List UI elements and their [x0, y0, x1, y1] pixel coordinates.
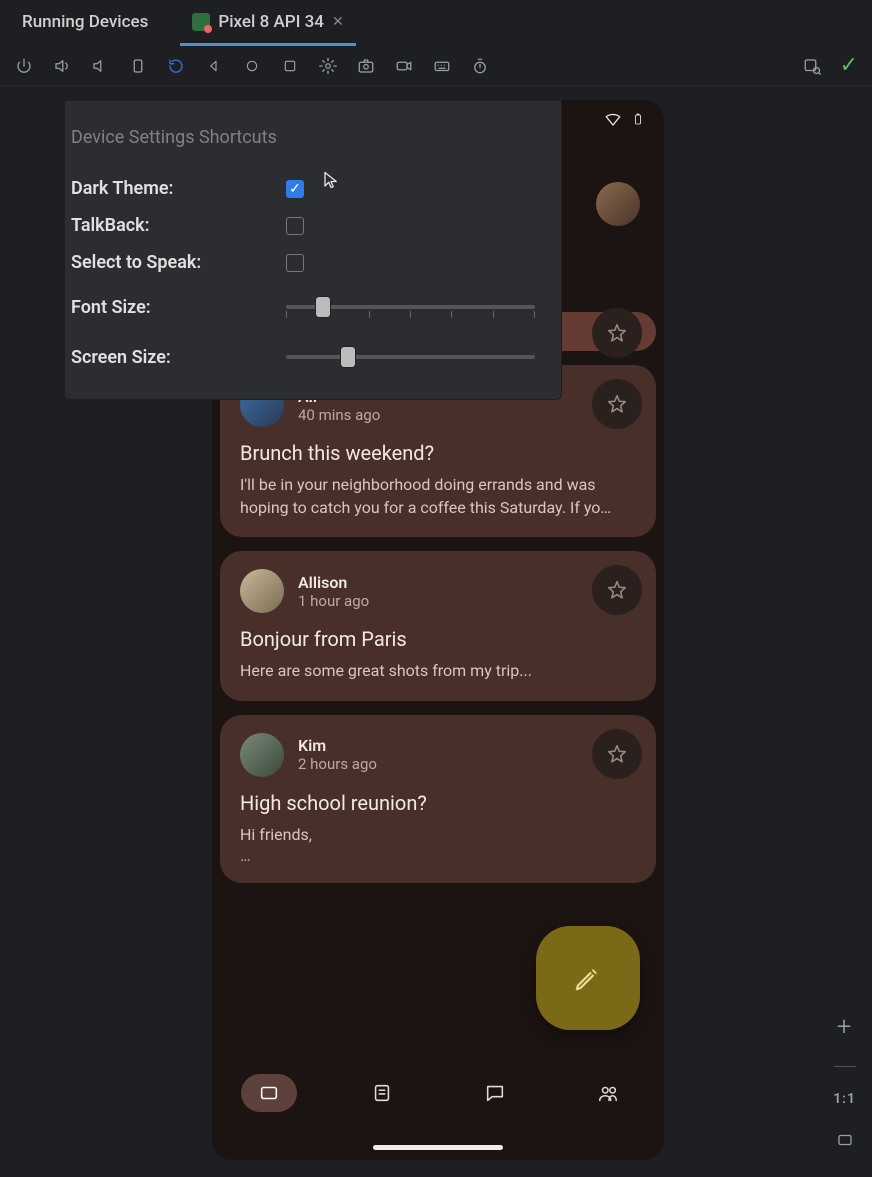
select-to-speak-checkbox[interactable] — [286, 254, 304, 272]
font-size-slider[interactable] — [286, 295, 535, 319]
slider-thumb[interactable] — [341, 347, 355, 367]
wifi-icon — [604, 110, 622, 132]
volume-up-icon[interactable] — [52, 56, 72, 76]
fit-screen-button[interactable] — [836, 1131, 854, 1153]
zoom-toolbar: + 1:1 — [833, 1012, 856, 1153]
dark-theme-checkbox[interactable]: ✓ — [286, 180, 304, 198]
screen-size-slider[interactable] — [286, 345, 535, 369]
subject: Bonjour from Paris — [240, 627, 636, 651]
close-icon[interactable]: ✕ — [332, 14, 344, 30]
volume-down-icon[interactable] — [90, 56, 110, 76]
back-icon[interactable] — [204, 56, 224, 76]
stopwatch-icon[interactable] — [470, 56, 490, 76]
power-icon[interactable] — [14, 56, 34, 76]
font-size-label: Font Size: — [71, 297, 286, 318]
talkback-checkbox[interactable] — [286, 217, 304, 235]
zoom-reset-button[interactable]: 1:1 — [833, 1091, 856, 1107]
device-icon — [192, 13, 210, 31]
screen-size-label: Screen Size: — [71, 347, 286, 368]
apply-check-icon[interactable]: ✓ — [840, 53, 858, 78]
mouse-cursor — [322, 168, 340, 192]
record-icon[interactable] — [394, 56, 414, 76]
email-card[interactable]: Kim 2 hours ago High school reunion? Hi … — [220, 715, 656, 883]
divider — [834, 1066, 856, 1067]
nav-chat[interactable] — [467, 1074, 523, 1112]
select-to-speak-label: Select to Speak: — [71, 252, 286, 273]
tab-device[interactable]: Pixel 8 API 34 ✕ — [180, 0, 355, 46]
popover-title: Device Settings Shortcuts — [71, 127, 535, 148]
body-preview: Here are some great shots from my trip..… — [240, 659, 636, 682]
subject: High school reunion? — [240, 791, 636, 815]
rotate-left-icon[interactable] — [128, 56, 148, 76]
slider-thumb[interactable] — [316, 297, 330, 317]
tab-running-devices[interactable]: Running Devices — [10, 0, 160, 46]
message-time: 2 hours ago — [298, 755, 377, 773]
bottom-nav — [212, 1060, 664, 1126]
talkback-label: TalkBack: — [71, 215, 286, 236]
body-preview: Hi friends, — [240, 823, 636, 846]
compose-fab[interactable] — [536, 926, 640, 1030]
settings-gear-icon[interactable] — [318, 56, 338, 76]
tab-label: Pixel 8 API 34 — [218, 12, 324, 32]
subject: Brunch this weekend? — [240, 441, 636, 465]
battery-icon — [632, 110, 644, 132]
nav-people[interactable] — [580, 1074, 636, 1112]
dark-theme-label: Dark Theme: — [71, 178, 286, 199]
device-settings-popover: Device Settings Shortcuts Dark Theme: ✓ … — [64, 100, 562, 400]
email-card[interactable]: Allison 1 hour ago Bonjour from Paris He… — [220, 551, 656, 700]
body-preview: I'll be in your neighborhood doing erran… — [240, 473, 636, 519]
star-button[interactable] — [592, 729, 642, 779]
keyboard-icon[interactable] — [432, 56, 452, 76]
ellipsis: … — [240, 846, 636, 865]
layout-inspector-icon[interactable] — [802, 56, 822, 76]
tab-label: Running Devices — [22, 12, 148, 32]
star-button[interactable] — [592, 308, 642, 358]
sender-name: Kim — [298, 736, 377, 755]
message-time: 1 hour ago — [298, 592, 369, 610]
screenshot-icon[interactable] — [356, 56, 376, 76]
nav-articles[interactable] — [354, 1074, 410, 1112]
overview-icon[interactable] — [280, 56, 300, 76]
rotate-right-icon[interactable] — [166, 56, 186, 76]
message-time: 40 mins ago — [298, 406, 380, 424]
avatar — [240, 733, 284, 777]
home-indicator[interactable] — [373, 1145, 503, 1150]
nav-inbox[interactable] — [241, 1074, 297, 1112]
device-toolbar: ✓ — [0, 46, 872, 86]
profile-avatar[interactable] — [596, 182, 640, 226]
sender-name: Allison — [298, 573, 369, 592]
zoom-in-button[interactable]: + — [837, 1012, 853, 1042]
avatar — [240, 569, 284, 613]
star-button[interactable] — [592, 379, 642, 429]
home-icon[interactable] — [242, 56, 262, 76]
